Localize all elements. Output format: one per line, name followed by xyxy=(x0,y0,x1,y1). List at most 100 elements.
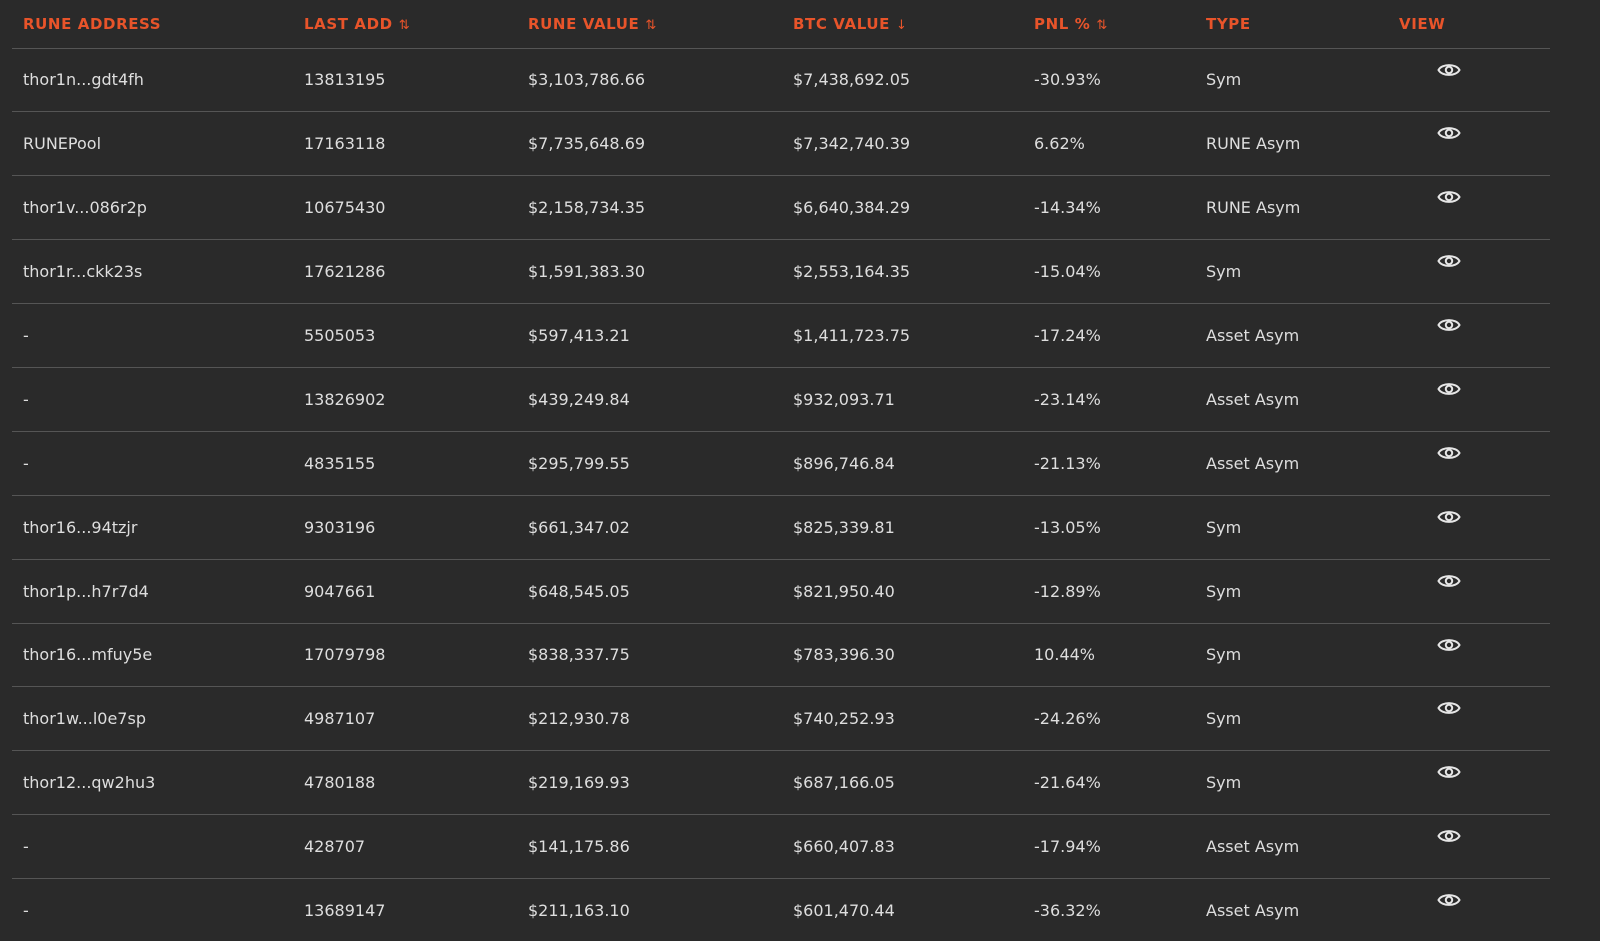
col-header-type: TYPE xyxy=(1195,0,1399,49)
col-header-view: VIEW xyxy=(1399,0,1550,49)
sort-icon[interactable]: ⇅ xyxy=(645,18,657,33)
cell-last-add: 17163118 xyxy=(293,111,517,177)
cell-type: Asset Asym xyxy=(1195,878,1399,941)
cell-view xyxy=(1399,878,1550,941)
eye-icon[interactable] xyxy=(1437,827,1461,845)
table-row: - 5505053 $597,413.21 $1,411,723.75 -17.… xyxy=(12,303,1550,368)
cell-btc-value: $896,746.84 xyxy=(782,431,1023,496)
cell-pnl: -24.26% xyxy=(1023,686,1195,752)
col-header-btc-value[interactable]: BTC VALUE ↓ xyxy=(782,0,1023,49)
cell-rune-value: $211,163.10 xyxy=(517,878,782,941)
cell-pnl: -36.32% xyxy=(1023,878,1195,941)
cell-view xyxy=(1399,367,1550,432)
cell-pnl: -30.93% xyxy=(1023,48,1195,113)
cell-type: Sym xyxy=(1195,48,1399,113)
cell-rune-address: - xyxy=(12,367,293,432)
eye-icon[interactable] xyxy=(1437,572,1461,590)
cell-last-add: 5505053 xyxy=(293,303,517,368)
cell-pnl: -14.34% xyxy=(1023,175,1195,241)
col-header-label: RUNE VALUE xyxy=(528,14,640,33)
cell-pnl: -21.13% xyxy=(1023,431,1195,496)
cell-btc-value: $7,342,740.39 xyxy=(782,111,1023,177)
cell-rune-address: thor1n...gdt4fh xyxy=(12,48,293,113)
cell-pnl: -23.14% xyxy=(1023,367,1195,432)
cell-btc-value: $932,093.71 xyxy=(782,367,1023,432)
cell-pnl: -21.64% xyxy=(1023,750,1195,816)
eye-icon[interactable] xyxy=(1437,188,1461,206)
table-row: thor1p...h7r7d4 9047661 $648,545.05 $821… xyxy=(12,559,1550,624)
cell-rune-address: RUNEPool xyxy=(12,111,293,177)
cell-rune-address: thor16...94tzjr xyxy=(12,495,293,560)
positions-table: RUNE ADDRESS LAST ADD ⇅ RUNE VALUE ⇅ BTC V… xyxy=(12,0,1550,941)
eye-icon[interactable] xyxy=(1437,316,1461,334)
cell-type: RUNE Asym xyxy=(1195,111,1399,177)
eye-icon[interactable] xyxy=(1437,508,1461,526)
table-header: RUNE ADDRESS LAST ADD ⇅ RUNE VALUE ⇅ BTC V… xyxy=(12,0,1550,49)
cell-type: Asset Asym xyxy=(1195,303,1399,368)
cell-type: Sym xyxy=(1195,559,1399,624)
cell-view xyxy=(1399,111,1550,177)
cell-last-add: 428707 xyxy=(293,814,517,880)
col-header-pnl[interactable]: PNL % ⇅ xyxy=(1023,0,1195,49)
positions-panel: RUNE ADDRESS LAST ADD ⇅ RUNE VALUE ⇅ BTC V… xyxy=(0,0,1600,941)
cell-pnl: -12.89% xyxy=(1023,559,1195,624)
cell-rune-address: - xyxy=(12,431,293,496)
eye-icon[interactable] xyxy=(1437,699,1461,717)
cell-last-add: 13689147 xyxy=(293,878,517,941)
cell-last-add: 4835155 xyxy=(293,431,517,496)
eye-icon[interactable] xyxy=(1437,124,1461,142)
cell-last-add: 9047661 xyxy=(293,559,517,624)
cell-rune-value: $1,591,383.30 xyxy=(517,239,782,305)
cell-rune-value: $2,158,734.35 xyxy=(517,175,782,241)
col-header-label: RUNE ADDRESS xyxy=(23,14,162,33)
cell-pnl: -15.04% xyxy=(1023,239,1195,305)
table-body: thor1n...gdt4fh 13813195 $3,103,786.66 $… xyxy=(12,48,1550,941)
table-row: thor1r...ckk23s 17621286 $1,591,383.30 $… xyxy=(12,239,1550,305)
eye-icon[interactable] xyxy=(1437,891,1461,909)
cell-rune-value: $219,169.93 xyxy=(517,750,782,816)
col-header-label: VIEW xyxy=(1399,14,1446,33)
cell-pnl: -13.05% xyxy=(1023,495,1195,560)
cell-type: Asset Asym xyxy=(1195,814,1399,880)
cell-type: RUNE Asym xyxy=(1195,175,1399,241)
col-header-label: TYPE xyxy=(1206,14,1251,33)
cell-btc-value: $1,411,723.75 xyxy=(782,303,1023,368)
cell-view xyxy=(1399,239,1550,305)
cell-rune-value: $648,545.05 xyxy=(517,559,782,624)
cell-rune-address: thor1p...h7r7d4 xyxy=(12,559,293,624)
cell-view xyxy=(1399,814,1550,880)
cell-type: Sym xyxy=(1195,750,1399,816)
cell-last-add: 13813195 xyxy=(293,48,517,113)
cell-rune-address: thor12...qw2hu3 xyxy=(12,750,293,816)
eye-icon[interactable] xyxy=(1437,763,1461,781)
sort-desc-icon[interactable]: ↓ xyxy=(896,18,908,33)
cell-pnl: 10.44% xyxy=(1023,623,1195,688)
cell-pnl: -17.24% xyxy=(1023,303,1195,368)
cell-last-add: 17621286 xyxy=(293,239,517,305)
cell-btc-value: $7,438,692.05 xyxy=(782,48,1023,113)
cell-btc-value: $825,339.81 xyxy=(782,495,1023,560)
cell-rune-address: thor1r...ckk23s xyxy=(12,239,293,305)
eye-icon[interactable] xyxy=(1437,444,1461,462)
eye-icon[interactable] xyxy=(1437,61,1461,79)
table-row: - 13689147 $211,163.10 $601,470.44 -36.3… xyxy=(12,878,1550,941)
col-header-rune-value[interactable]: RUNE VALUE ⇅ xyxy=(517,0,782,49)
sort-icon[interactable]: ⇅ xyxy=(399,18,411,33)
eye-icon[interactable] xyxy=(1437,252,1461,270)
cell-view xyxy=(1399,495,1550,560)
table-row: - 13826902 $439,249.84 $932,093.71 -23.1… xyxy=(12,367,1550,432)
eye-icon[interactable] xyxy=(1437,636,1461,654)
sort-icon[interactable]: ⇅ xyxy=(1096,18,1108,33)
cell-type: Sym xyxy=(1195,686,1399,752)
cell-rune-address: - xyxy=(12,878,293,941)
table-row: - 428707 $141,175.86 $660,407.83 -17.94%… xyxy=(12,814,1550,880)
cell-last-add: 10675430 xyxy=(293,175,517,241)
cell-btc-value: $660,407.83 xyxy=(782,814,1023,880)
cell-view xyxy=(1399,750,1550,816)
cell-last-add: 4987107 xyxy=(293,686,517,752)
col-header-last-add[interactable]: LAST ADD ⇅ xyxy=(293,0,517,49)
cell-type: Sym xyxy=(1195,623,1399,688)
eye-icon[interactable] xyxy=(1437,380,1461,398)
cell-last-add: 9303196 xyxy=(293,495,517,560)
table-row: RUNEPool 17163118 $7,735,648.69 $7,342,7… xyxy=(12,111,1550,177)
